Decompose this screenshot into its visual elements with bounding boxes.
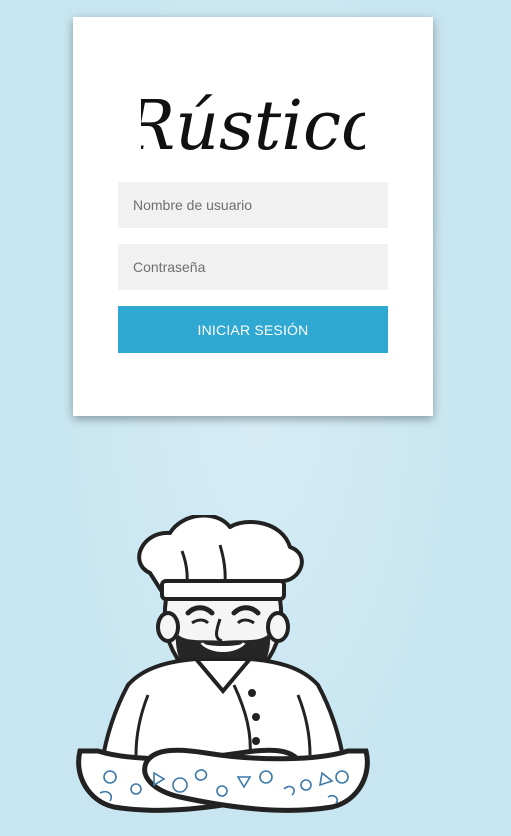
username-input[interactable] (118, 182, 388, 228)
login-button[interactable]: INICIAR SESIÓN (118, 306, 388, 353)
login-card: Rústico INICIAR SESIÓN (73, 17, 433, 416)
logo-text: Rústico (141, 87, 365, 166)
rustico-logo: Rústico (141, 87, 365, 166)
password-input[interactable] (118, 244, 388, 290)
chef-mascot-icon (76, 515, 370, 813)
